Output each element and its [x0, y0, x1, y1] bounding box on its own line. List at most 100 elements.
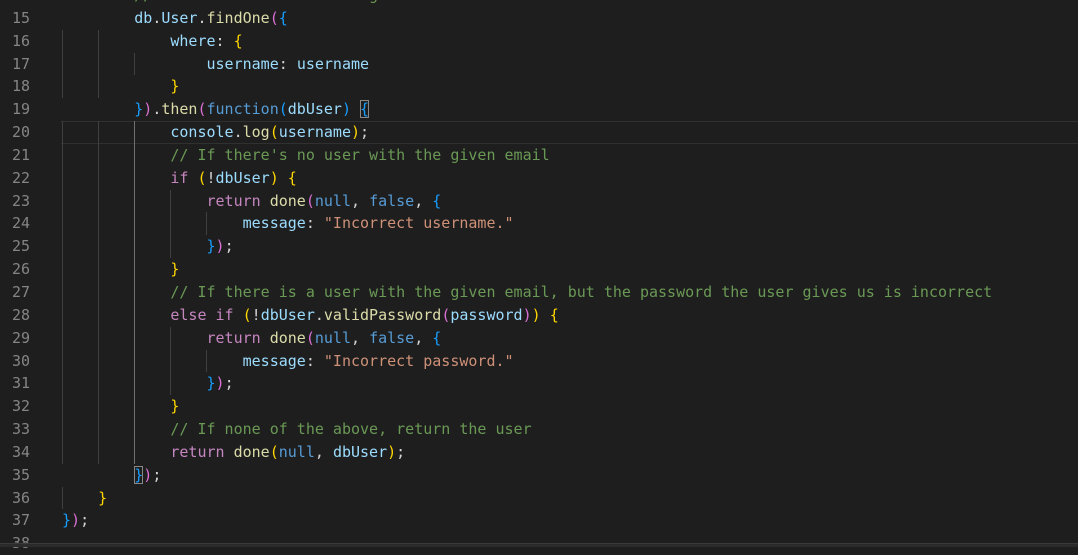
code-token: message: [62, 214, 306, 233]
code-token: .: [233, 123, 243, 142]
code-line[interactable]: 37});: [0, 509, 1078, 532]
code-line[interactable]: 32 }: [0, 395, 1078, 419]
code-token: function: [206, 100, 279, 119]
line-number: 37: [11, 511, 30, 530]
code-token: (: [305, 328, 315, 347]
code-line[interactable]: 23 return done(null, false, {: [0, 189, 1078, 213]
line-number: 29: [11, 328, 30, 347]
code-token: if: [62, 168, 189, 187]
line-number: 24: [11, 214, 30, 233]
code-token: false: [369, 328, 415, 347]
code-token: // If none of the above, return the user: [62, 420, 532, 439]
code-text: });: [62, 372, 234, 395]
code-text: if (!dbUser) {: [62, 167, 297, 190]
code-token: message: [62, 351, 306, 370]
code-token: .: [152, 8, 162, 27]
code-line[interactable]: 19 }).then(function(dbUser) {: [0, 98, 1078, 121]
code-token: (: [269, 123, 279, 142]
line-number: 22: [11, 168, 30, 187]
code-editor[interactable]: 14 // when a user tries to sign in this …: [0, 0, 1078, 555]
code-token: "Incorrect password.": [323, 351, 514, 370]
code-token: ): [269, 168, 279, 187]
code-line[interactable]: 36 }: [0, 486, 1078, 510]
code-line[interactable]: 34 return done(null, dbUser);: [0, 440, 1078, 464]
code-line[interactable]: 26 }: [0, 258, 1078, 281]
code-token: done: [269, 328, 306, 347]
code-line[interactable]: 30 message: "Incorrect password.": [0, 349, 1078, 373]
code-line[interactable]: 24 message: "Incorrect username.": [0, 212, 1078, 236]
code-text: }: [62, 75, 179, 98]
code-text: return done(null, dbUser);: [62, 441, 405, 464]
code-line[interactable]: 27 // If there is a user with the given …: [0, 280, 1078, 304]
code-line[interactable]: 17 username: username: [0, 52, 1078, 76]
code-token: ;: [80, 511, 90, 530]
code-token: (: [197, 168, 207, 187]
code-text: });: [62, 464, 161, 487]
code-token: log: [242, 123, 270, 142]
code-token: ): [351, 123, 361, 142]
code-token: dbUser: [260, 305, 315, 324]
code-token: password: [450, 305, 523, 324]
code-token: username: [278, 123, 351, 142]
horizontal-scrollbar[interactable]: [0, 543, 1078, 547]
code-token: {: [549, 305, 559, 324]
code-line[interactable]: 22 if (!dbUser) {: [0, 166, 1078, 190]
code-token: {: [432, 191, 442, 210]
code-token: .: [314, 305, 324, 324]
code-text: db.User.findOne({: [62, 7, 288, 30]
code-line[interactable]: 18 }: [0, 75, 1078, 99]
code-line[interactable]: 20 console.log(username);: [0, 121, 1078, 144]
code-token: {: [287, 168, 297, 187]
code-token: done: [269, 191, 306, 210]
code-line[interactable]: 14 // when a user tries to sign in this …: [0, 0, 1078, 7]
code-text: username: username: [62, 53, 369, 76]
code-token: ,: [414, 328, 433, 347]
code-line[interactable]: 28 else if (!dbUser.validPassword(passwo…: [0, 303, 1078, 327]
code-token: }: [134, 100, 144, 119]
code-token: User: [161, 8, 198, 27]
matched-bracket: }: [134, 465, 144, 484]
code-token: }: [170, 260, 180, 279]
code-token: done: [233, 442, 270, 461]
code-text: // If there's no user with the given ema…: [62, 144, 550, 167]
code-line[interactable]: 16 where: {: [0, 29, 1078, 53]
code-line[interactable]: 33 // If none of the above, return the u…: [0, 418, 1078, 441]
code-text: // If none of the above, return the user: [62, 418, 532, 441]
code-line[interactable]: 21 // If there's no user with the given …: [0, 143, 1078, 167]
code-token: username: [62, 54, 279, 73]
code-line[interactable]: 29 return done(null, false, {: [0, 326, 1078, 350]
code-token: ;: [360, 123, 370, 142]
code-text: }).then(function(dbUser) {: [62, 98, 370, 121]
code-token: else: [62, 305, 207, 324]
code-token: ): [143, 465, 153, 484]
code-line[interactable]: 15 db.User.findOne({: [0, 7, 1078, 30]
code-line[interactable]: 31 });: [0, 372, 1078, 396]
code-token: ;: [396, 442, 406, 461]
code-token: !: [251, 305, 261, 324]
code-token: return: [62, 191, 261, 210]
code-text: }: [62, 487, 107, 510]
code-token: }: [170, 77, 180, 96]
line-number: 14: [0, 0, 30, 7]
code-line[interactable]: 35 });: [0, 464, 1078, 487]
matched-bracket: {: [360, 100, 370, 119]
code-token: return: [62, 442, 225, 461]
code-token: dbUser: [215, 168, 270, 187]
code-token: :: [215, 31, 234, 50]
line-number: 16: [11, 31, 30, 50]
code-token: where: [62, 31, 216, 50]
code-line[interactable]: 25 });: [0, 235, 1078, 259]
line-number: 19: [11, 100, 30, 119]
code-text: // If there is a user with the given ema…: [62, 281, 992, 304]
code-token: // If there's no user with the given ema…: [62, 145, 550, 164]
line-number: 18: [11, 77, 30, 96]
code-text: return done(null, false, {: [62, 327, 441, 350]
code-token: (: [305, 191, 315, 210]
code-token: (: [269, 442, 279, 461]
